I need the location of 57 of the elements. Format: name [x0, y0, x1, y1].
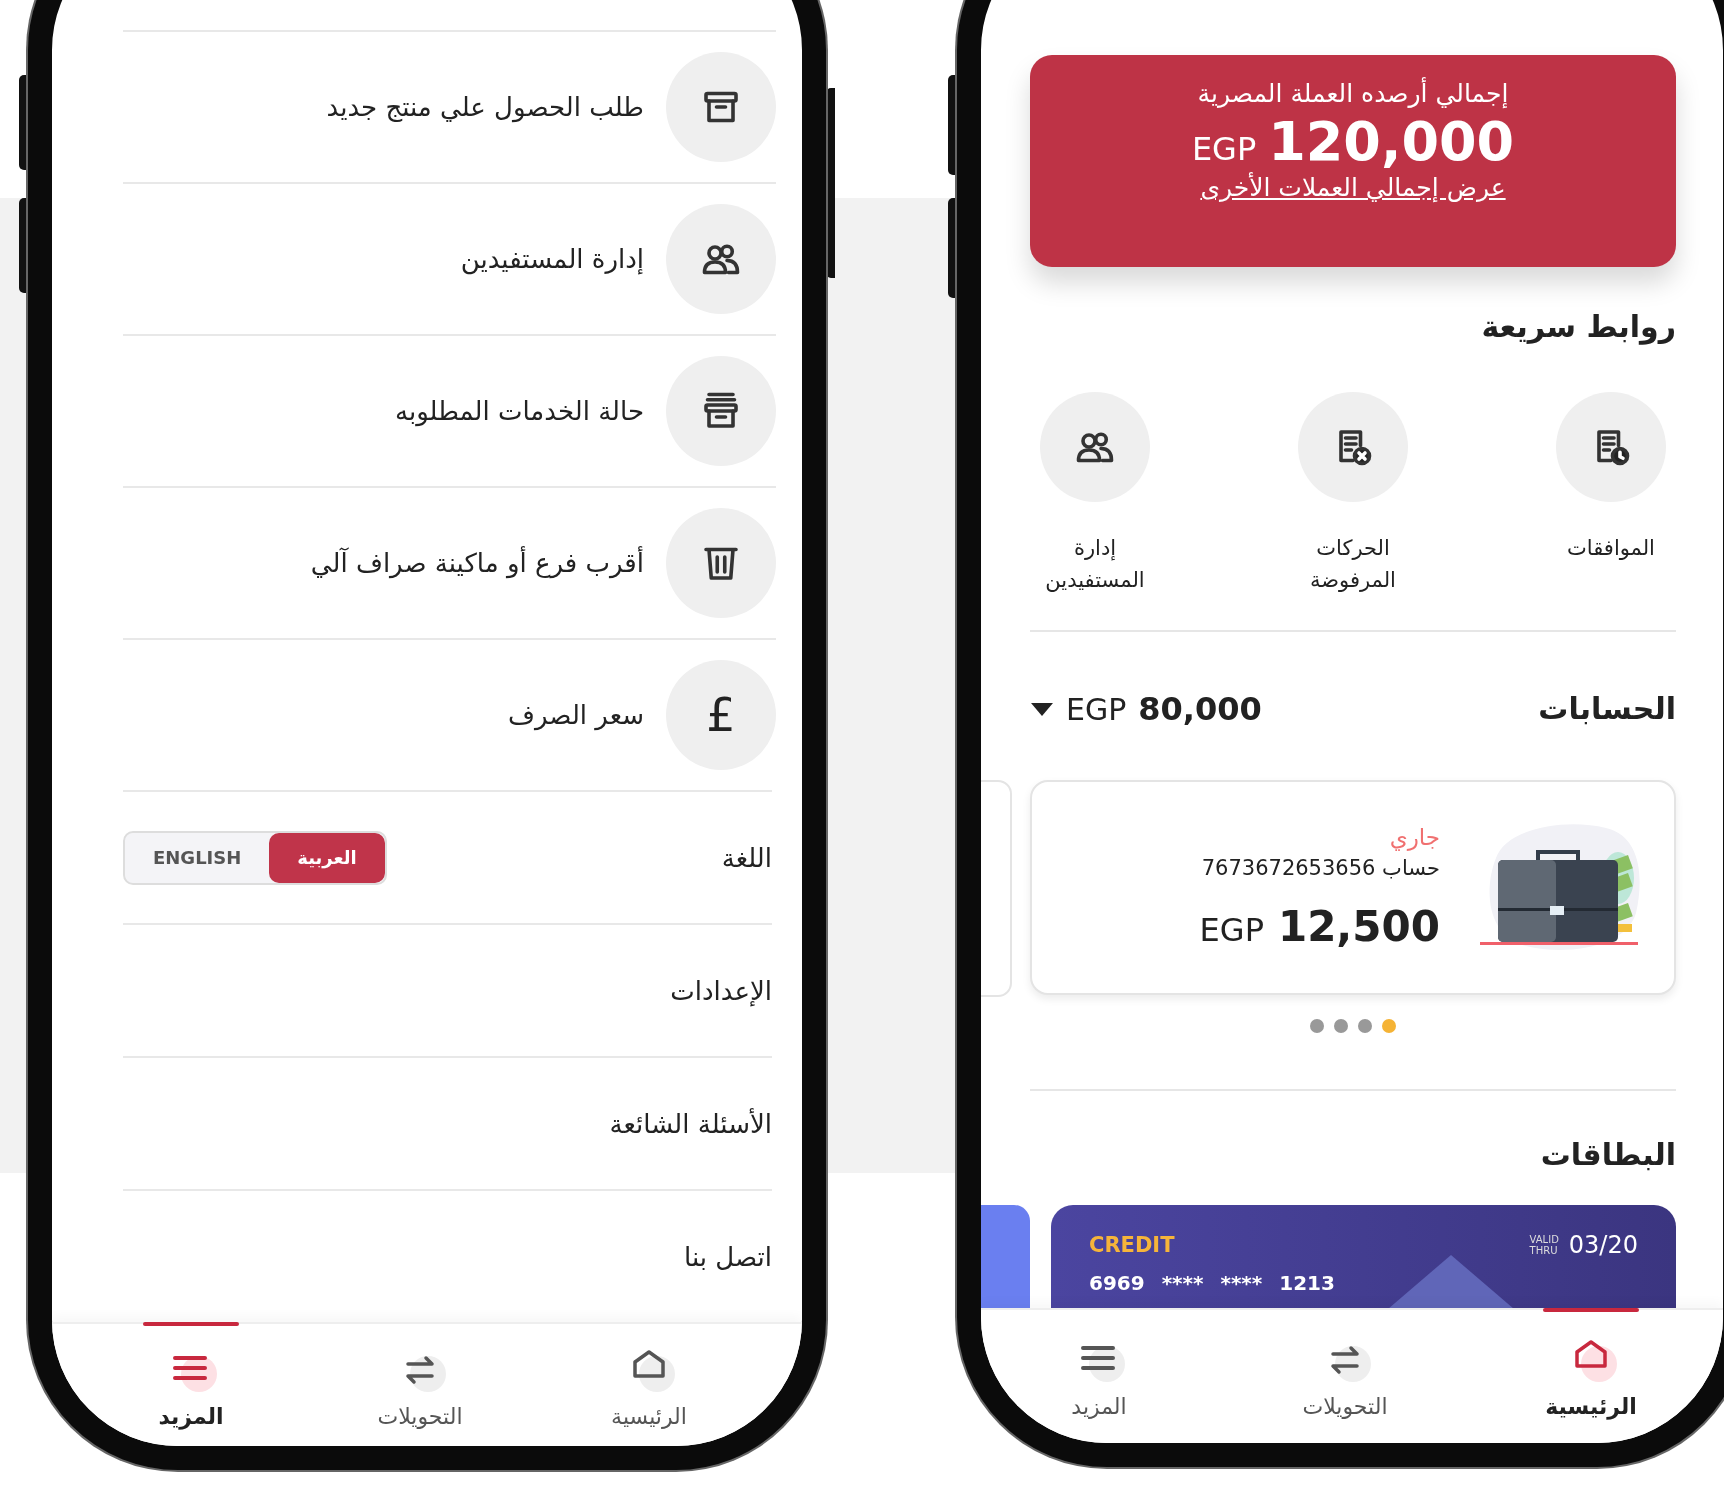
account-balance: 12,500 — [1277, 902, 1440, 951]
language-option[interactable]: العربية — [269, 832, 385, 883]
nav-tab[interactable]: الرئيسية — [1517, 1310, 1665, 1443]
quick-link-label: الحركات المرفوضة — [1309, 535, 1397, 594]
tab-label: الرئيسية — [1545, 1394, 1637, 1419]
quick-link[interactable]: الحركات المرفوضة — [1288, 392, 1418, 596]
tab-label: المزيد — [158, 1404, 224, 1429]
balance-title: إجمالي أرصده العملة المصرية — [1197, 79, 1509, 108]
menu-label: إدارة المستفيدين — [460, 244, 644, 274]
quick-link[interactable]: إدارة المستفيدين — [1030, 392, 1160, 596]
page-dot[interactable] — [1382, 1019, 1396, 1033]
card-type: CREDIT — [1089, 1233, 1175, 1257]
menu-label: سعر الصرف — [508, 700, 644, 730]
menu-label[interactable]: اللغة — [721, 842, 772, 873]
menu-row[interactable]: إدارة المستفيدين — [123, 182, 776, 334]
tab-label: الرئيسية — [611, 1404, 687, 1429]
pound-sign-icon: £ — [706, 692, 736, 738]
section-title: روابط سريعة — [1480, 308, 1676, 347]
valid-thru-label: VALID — [1529, 1234, 1559, 1245]
menu-label: طلب الحصول علي منتج جديد — [326, 92, 644, 122]
nav-tab[interactable]: الرئيسية — [559, 1324, 739, 1446]
tab-label: التحويلات — [377, 1404, 463, 1429]
currency-label: EGP — [1066, 691, 1127, 727]
quick-link-label: الموافقات — [1566, 535, 1656, 562]
account-number: حساب 7673672653656 — [1201, 856, 1440, 880]
currency-label: EGP — [1191, 130, 1257, 168]
nav-tab[interactable]: التحويلات — [1271, 1310, 1419, 1443]
menu-label: حالة الخدمات المطلوبه — [395, 396, 644, 426]
accounts-total: 80,000 — [1138, 690, 1262, 728]
section-title: البطاقات — [1539, 1136, 1676, 1174]
balance-amount: 120,000 — [1268, 110, 1515, 173]
page-dot[interactable] — [1310, 1019, 1324, 1033]
menu-label[interactable]: اتصل بنا — [684, 1241, 772, 1272]
currency-label: EGP — [1199, 911, 1264, 949]
tab-label: التحويلات — [1302, 1394, 1388, 1419]
valid-thru-label: THRU — [1529, 1245, 1559, 1256]
menu-row[interactable]: أقرب فرع أو ماكينة صراف آلي — [123, 486, 776, 638]
menu-label: أقرب فرع أو ماكينة صراف آلي — [310, 548, 644, 578]
other-currencies-link[interactable]: عرض إجمالي العملات الأخرى — [1200, 173, 1506, 202]
menu-row[interactable]: طلب الحصول علي منتج جديد — [123, 30, 776, 182]
caret-icon[interactable] — [1030, 701, 1054, 717]
card-number: 6969 **** **** 1213 — [1089, 1271, 1336, 1295]
tab-label: المزيد — [1071, 1394, 1127, 1419]
menu-row[interactable]: £ سعر الصرف — [123, 638, 776, 790]
section-title: الحسابات — [1538, 690, 1676, 728]
nav-tab[interactable]: المزيد — [1025, 1310, 1173, 1443]
menu-label[interactable]: الأسئلة الشائعة — [609, 1108, 772, 1139]
quick-link-label: إدارة المستفيدين — [1044, 535, 1146, 594]
account-type: جاري — [1389, 824, 1440, 850]
menu-label[interactable]: الإعدادات — [670, 975, 772, 1006]
quick-link[interactable]: الموافقات — [1546, 392, 1676, 596]
nav-tab[interactable]: المزيد — [101, 1324, 281, 1446]
nav-tab[interactable]: التحويلات — [330, 1324, 510, 1446]
page-dot[interactable] — [1358, 1019, 1372, 1033]
page-dot[interactable] — [1334, 1019, 1348, 1033]
menu-row[interactable]: حالة الخدمات المطلوبه — [123, 334, 776, 486]
card-expiry: 03/20 — [1568, 1231, 1638, 1259]
